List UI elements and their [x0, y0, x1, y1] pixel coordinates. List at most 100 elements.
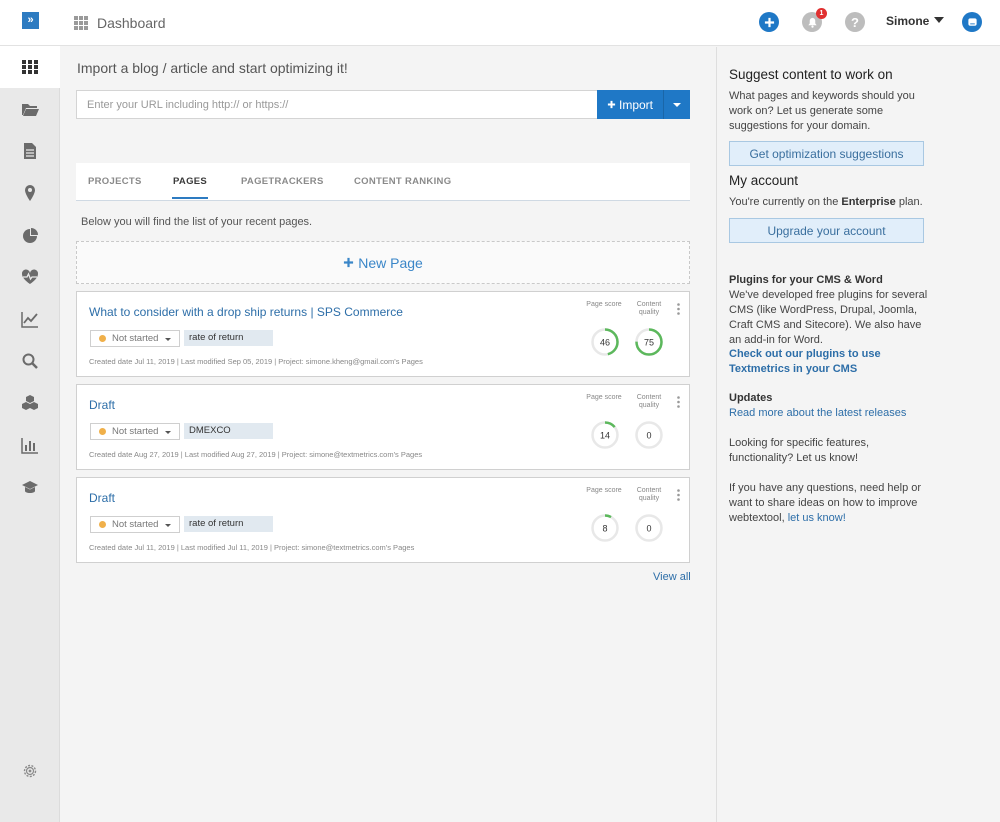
sidebar-item-analytics[interactable]	[0, 298, 60, 340]
keyword-tag[interactable]: DMEXCO	[184, 423, 273, 439]
sidebar-item-reports[interactable]	[0, 214, 60, 256]
suggest-title: Suggest content to work on	[729, 67, 893, 82]
search-icon	[22, 353, 38, 369]
plus-icon	[607, 100, 616, 109]
sidebar: »	[0, 0, 60, 822]
page-title-link[interactable]: Draft	[89, 491, 115, 505]
page-score-value: 14	[600, 431, 610, 441]
account-text-pre: You're currently on the	[729, 196, 842, 208]
view-all-link[interactable]: View all	[653, 571, 691, 583]
new-page-button[interactable]: New Page	[76, 241, 690, 284]
page-meta: Created date Aug 27, 2019 | Last modifie…	[89, 450, 423, 459]
caret-down-icon	[165, 431, 171, 434]
content-quality-ring: 0	[635, 514, 663, 542]
status-dropdown[interactable]: Not started	[90, 423, 180, 440]
status-dot	[99, 428, 106, 435]
content-quality-label: Content quality	[636, 394, 662, 409]
sidebar-item-search[interactable]	[0, 340, 60, 382]
tab-content-ranking[interactable]: CONTENT RANKING	[354, 176, 451, 187]
suggest-text: What pages and keywords should you work …	[729, 90, 915, 132]
import-button-label: Import	[618, 97, 653, 112]
status-label: Not started	[112, 333, 159, 344]
expand-icon[interactable]: »	[22, 12, 39, 29]
account-plan: Enterprise	[841, 196, 896, 208]
more-options-icon[interactable]	[677, 303, 680, 315]
sidebar-item-projects[interactable]	[0, 88, 60, 130]
import-button[interactable]: Import	[597, 90, 664, 119]
plugins-title: Plugins for your CMS & Word	[729, 274, 883, 286]
sidebar-item-dashboard[interactable]	[0, 46, 60, 88]
sidebar-item-academy[interactable]	[0, 466, 60, 508]
status-dot	[99, 335, 106, 342]
apps-grid-icon	[74, 16, 88, 30]
status-label: Not started	[112, 426, 159, 437]
tab-pagetrackers[interactable]: PAGETRACKERS	[241, 176, 324, 187]
upgrade-account-button[interactable]: Upgrade your account	[729, 218, 924, 243]
bar-chart-icon	[21, 438, 38, 454]
more-options-icon[interactable]	[677, 396, 680, 408]
sidebar-item-settings[interactable]	[0, 750, 60, 792]
updates-link[interactable]: Read more about the latest releases	[729, 406, 929, 421]
user-caret-icon[interactable]	[934, 17, 944, 23]
plugins-link[interactable]: Check out our plugins to use Textmetrics…	[729, 347, 889, 377]
account-text-post: plan.	[895, 196, 923, 208]
heartbeat-icon	[21, 269, 39, 284]
map-pin-icon	[25, 185, 35, 201]
content-quality-value: 75	[644, 338, 654, 348]
content-quality-label: Content quality	[636, 301, 662, 316]
import-options-button[interactable]	[664, 90, 690, 119]
new-page-label: New Page	[358, 254, 423, 271]
more-options-icon[interactable]	[677, 489, 680, 501]
top-bar: Dashboard 1 ? Simone	[60, 0, 1000, 46]
page-title-link[interactable]: What to consider with a drop ship return…	[89, 305, 403, 319]
status-dropdown[interactable]: Not started	[90, 516, 180, 533]
content-quality-label: Content quality	[636, 487, 662, 502]
cubes-icon	[22, 395, 38, 410]
help-button[interactable]: ?	[845, 12, 865, 32]
tab-pages[interactable]: PAGES	[173, 176, 207, 187]
plugins-text: We've developed free plugins for several…	[729, 289, 928, 346]
keyword-tag[interactable]: rate of return	[184, 516, 273, 532]
import-title: Import a blog / article and start optimi…	[77, 60, 348, 76]
url-input[interactable]	[76, 90, 598, 119]
caret-down-icon	[673, 102, 681, 107]
sidebar-item-components[interactable]	[0, 382, 60, 424]
chat-button[interactable]	[962, 12, 982, 32]
sidebar-toggle[interactable]: »	[0, 0, 60, 46]
status-dropdown[interactable]: Not started	[90, 330, 180, 347]
page-card: Draft Not started DMEXCO Created date Au…	[76, 384, 690, 470]
page-score-label: Page score	[586, 394, 622, 401]
graduation-cap-icon	[22, 481, 38, 493]
grid-icon	[22, 60, 38, 74]
plus-icon	[764, 17, 774, 27]
caret-down-icon	[165, 338, 171, 341]
page-score-label: Page score	[586, 487, 622, 494]
folder-open-icon	[22, 104, 39, 116]
bell-icon	[807, 17, 817, 28]
status-dot	[99, 521, 106, 528]
page-card: What to consider with a drop ship return…	[76, 291, 690, 377]
notifications-button[interactable]: 1	[802, 8, 827, 32]
user-menu[interactable]: Simone	[886, 14, 929, 28]
account-text: You're currently on the Enterprise plan.	[729, 195, 929, 210]
add-button[interactable]	[759, 12, 779, 32]
sidebar-item-locations[interactable]	[0, 172, 60, 214]
page-title: Dashboard	[97, 15, 166, 31]
page-title-link[interactable]: Draft	[89, 398, 115, 412]
sidebar-item-documents[interactable]	[0, 130, 60, 172]
sidebar-item-statistics[interactable]	[0, 424, 60, 466]
page-score-value: 46	[600, 338, 610, 348]
content-quality-value: 0	[646, 431, 651, 441]
page-meta: Created date Jul 11, 2019 | Last modifie…	[89, 357, 423, 366]
page-score-ring: 46	[591, 328, 619, 356]
chat-icon	[967, 17, 977, 26]
get-suggestions-button[interactable]: Get optimization suggestions	[729, 141, 924, 166]
let-us-know-link[interactable]: let us know!	[788, 512, 846, 524]
keyword-tag[interactable]: rate of return	[184, 330, 273, 346]
sidebar-item-health[interactable]	[0, 256, 60, 298]
question-icon: ?	[851, 14, 859, 30]
tab-projects[interactable]: PROJECTS	[88, 176, 142, 187]
page-score-ring: 14	[591, 421, 619, 449]
page-card: Draft Not started rate of return Created…	[76, 477, 690, 563]
notification-badge: 1	[816, 8, 827, 19]
